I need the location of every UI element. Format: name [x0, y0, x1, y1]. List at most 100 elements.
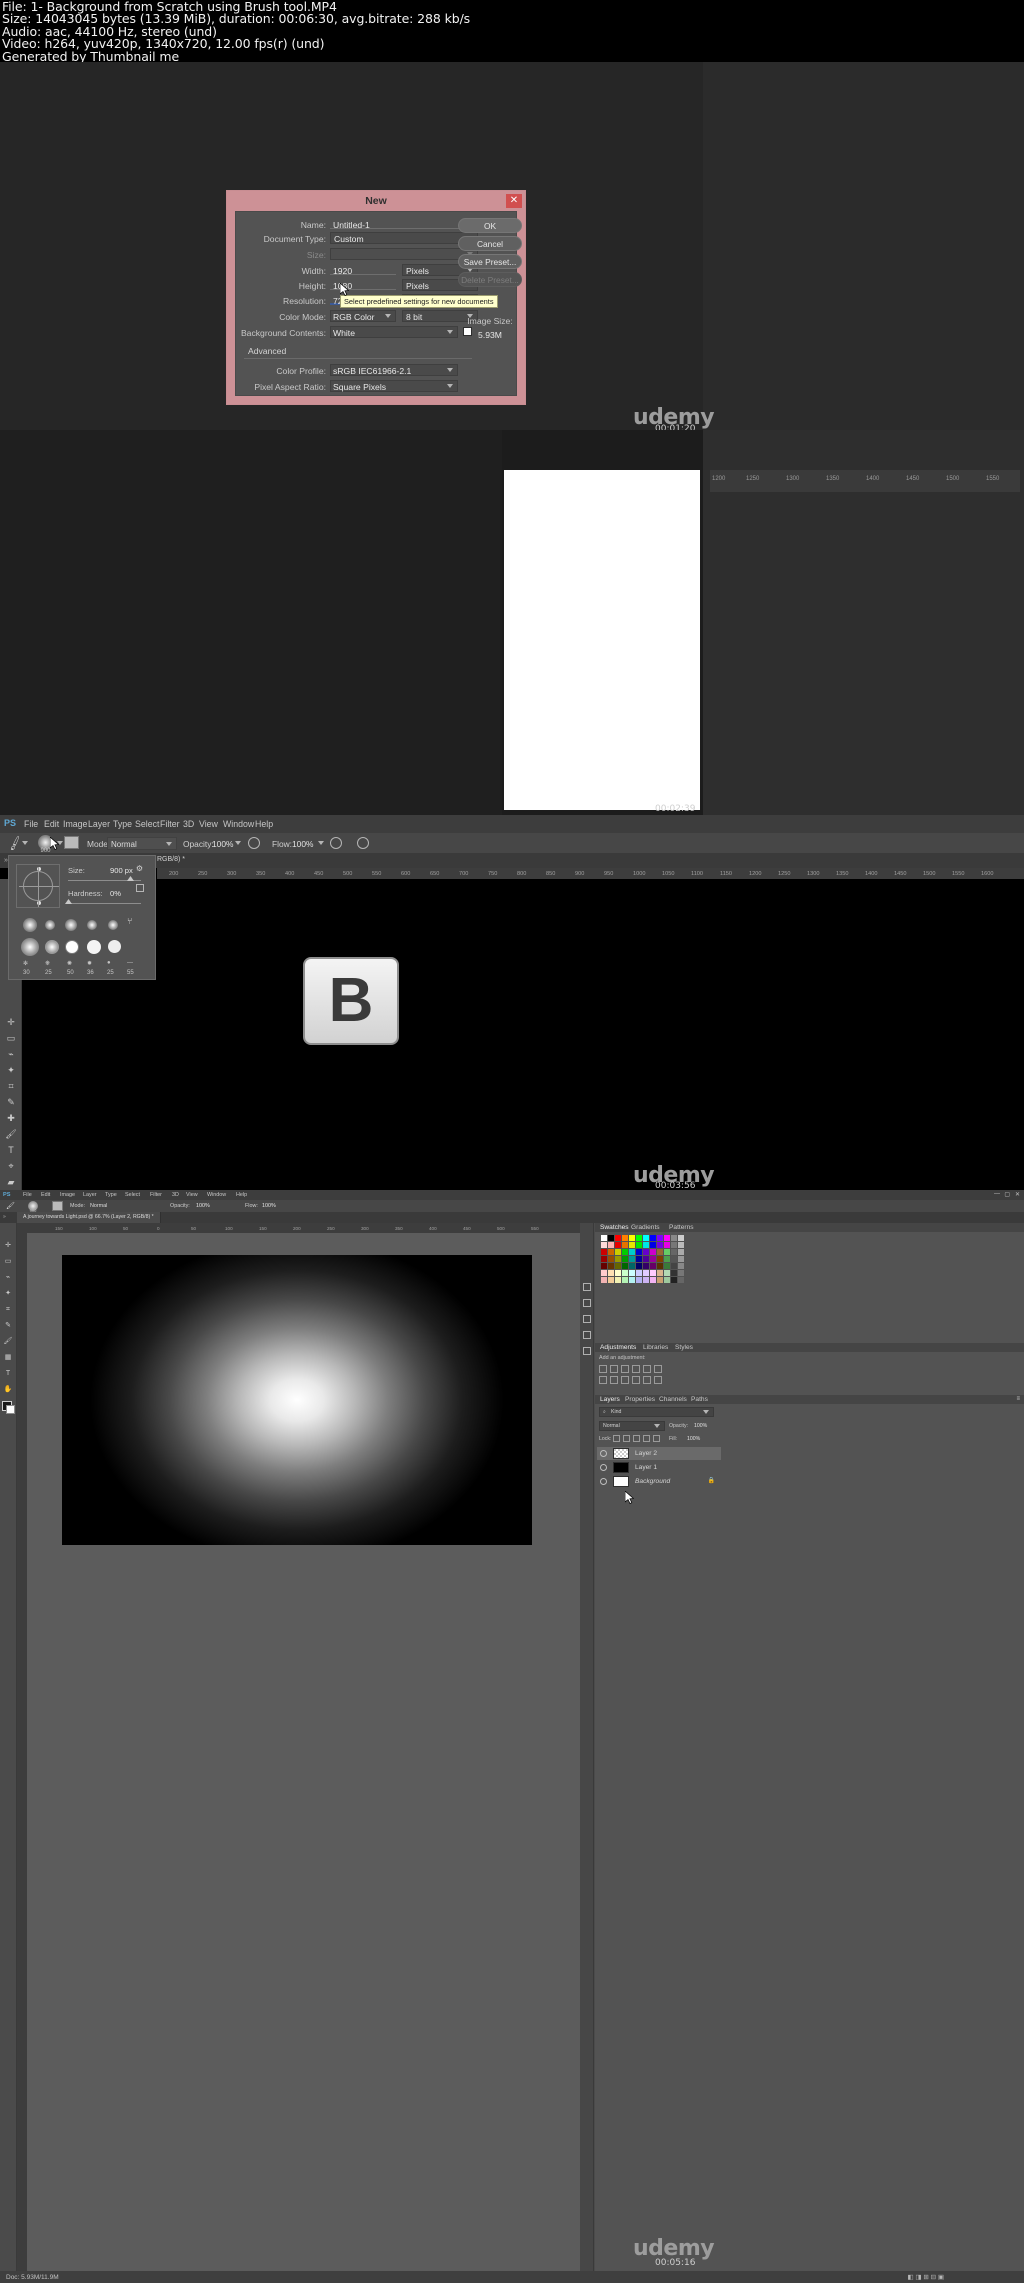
menu-filter[interactable]: Filter — [150, 1192, 162, 1198]
brush-preset[interactable] — [108, 940, 121, 953]
panel-expand-icon[interactable]: » — [3, 1214, 6, 1220]
close-icon[interactable]: ✕ — [506, 194, 522, 208]
tab-patterns[interactable]: Patterns — [669, 1224, 694, 1231]
layer-thumbnail[interactable] — [613, 1462, 629, 1473]
tab-gradients[interactable]: Gradients — [631, 1224, 660, 1231]
brightness-adjustment-icon[interactable] — [599, 1365, 607, 1373]
tab-styles[interactable]: Styles — [675, 1344, 693, 1351]
move-tool-icon[interactable]: ✛ — [4, 1015, 18, 1029]
eye-icon[interactable] — [600, 1450, 607, 1457]
brush-shape-preview[interactable] — [16, 864, 60, 908]
menu-view[interactable]: View — [199, 819, 218, 829]
ok-button[interactable]: OK — [458, 218, 522, 233]
eye-icon[interactable] — [600, 1478, 607, 1485]
new-brush-icon[interactable] — [136, 884, 144, 892]
save-preset-button[interactable]: Save Preset... — [458, 254, 522, 269]
opacity-value[interactable]: 100% — [212, 839, 233, 849]
tab-layers[interactable]: Layers — [597, 1396, 623, 1403]
brush-hardness-slider-knob[interactable] — [65, 899, 72, 904]
brush-preset[interactable] — [87, 920, 97, 930]
tab-adjustments[interactable]: Adjustments — [597, 1344, 640, 1351]
swatches-panel-tabs[interactable]: Swatches Gradients Patterns — [595, 1223, 1024, 1232]
menu-select[interactable]: Select — [125, 1192, 140, 1198]
menu-layer[interactable]: Layer — [88, 819, 110, 829]
airbrush-icon[interactable] — [330, 837, 342, 849]
color-balance-adjustment-icon[interactable] — [599, 1376, 607, 1384]
layer-name[interactable]: Layer 2 — [635, 1450, 657, 1457]
brush-tool-icon[interactable]: 🖌 — [4, 1127, 18, 1141]
chevron-down-icon[interactable] — [22, 841, 28, 845]
hue-adjustment-icon[interactable] — [654, 1365, 662, 1373]
layer-row[interactable]: Layer 1 — [597, 1461, 721, 1474]
marquee-tool-icon[interactable]: ▭ — [2, 1255, 14, 1269]
wand-tool-icon[interactable]: ✦ — [4, 1063, 18, 1077]
chevron-down-icon[interactable] — [235, 841, 241, 845]
chevron-down-icon[interactable] — [318, 841, 324, 845]
hand-tool-icon[interactable]: ✋ — [2, 1383, 14, 1397]
actions-panel-icon[interactable] — [583, 1299, 591, 1307]
menu-view[interactable]: View — [186, 1192, 198, 1198]
brush-size-value[interactable]: 900 px — [110, 866, 133, 875]
lasso-tool-icon[interactable]: ⌁ — [4, 1047, 18, 1061]
fill-value[interactable]: 100% — [687, 1436, 700, 1442]
smoothing-icon[interactable] — [357, 837, 369, 849]
cancel-button[interactable]: Cancel — [458, 236, 522, 251]
tab-paths[interactable]: Paths — [691, 1396, 708, 1403]
mode-select[interactable]: Normal — [107, 837, 177, 850]
menu-type[interactable]: Type — [105, 1192, 117, 1198]
layer-name[interactable]: Layer 1 — [635, 1464, 657, 1471]
flow-value[interactable]: 100% — [292, 839, 313, 849]
pressure-opacity-icon[interactable] — [248, 837, 260, 849]
background-color-swatch[interactable] — [6, 1405, 15, 1414]
menu-window[interactable]: Window — [223, 819, 254, 829]
path-tool-icon[interactable]: ⌖ — [4, 1159, 18, 1173]
vibrance-adjustment-icon[interactable] — [643, 1365, 651, 1373]
type-tool-icon[interactable]: T — [2, 1367, 14, 1381]
brush-preset-row[interactable]: ✻ ❋ ✺ ✹ ● — 30 25 50 36 25 55 — [19, 960, 149, 978]
eyedropper-tool-icon[interactable]: ✎ — [4, 1095, 18, 1109]
layer-opacity-value[interactable]: 100% — [694, 1423, 707, 1429]
minimize-icon[interactable]: — — [994, 1191, 1000, 1197]
brush-hardness-slider[interactable] — [68, 903, 141, 904]
layer-row[interactable]: Layer 2 — [597, 1447, 721, 1460]
flow-value[interactable]: 100% — [262, 1203, 276, 1209]
menu-type[interactable]: Type — [113, 819, 132, 829]
brush-preset[interactable] — [45, 940, 59, 954]
layer-row[interactable]: Background 🔒 — [597, 1475, 721, 1488]
photo-filter-adjustment-icon[interactable] — [621, 1376, 629, 1384]
lasso-tool-icon[interactable]: ⌁ — [2, 1271, 14, 1285]
layer-thumbnail[interactable] — [613, 1448, 629, 1459]
opacity-value[interactable]: 100% — [196, 1203, 210, 1209]
tab-libraries[interactable]: Libraries — [643, 1344, 668, 1351]
eyedropper-tool-icon[interactable]: ✎ — [2, 1319, 14, 1333]
layer-name[interactable]: Background — [635, 1478, 670, 1485]
paths-panel-icon[interactable] — [583, 1315, 591, 1323]
brush-size-slider-knob[interactable] — [127, 876, 134, 881]
statusbar-icons[interactable]: ◧ ◨ ⊞ ⊟ ▣ — [907, 2273, 944, 2281]
maximize-icon[interactable]: ▢ — [1004, 1191, 1010, 1198]
brush-preset[interactable] — [108, 920, 118, 930]
exposure-adjustment-icon[interactable] — [632, 1365, 640, 1373]
menu-help[interactable]: Help — [236, 1192, 247, 1198]
document-canvas[interactable] — [62, 1255, 532, 1545]
history-panel-icon[interactable] — [583, 1283, 591, 1291]
document-tab[interactable]: RGB/8) * — [157, 856, 185, 863]
document-tab[interactable]: A journey towards Light.psd @ 66.7% (Lay… — [17, 1212, 161, 1223]
menu-select[interactable]: Select — [135, 819, 159, 829]
brush-preset[interactable]: ⑂ — [127, 916, 132, 926]
menu-edit[interactable]: Edit — [44, 819, 59, 829]
adjustments-panel-tabs[interactable]: Adjustments Libraries Styles — [595, 1343, 1024, 1352]
menu-image[interactable]: Image — [60, 1192, 75, 1198]
gear-icon[interactable]: ⚙ — [136, 864, 143, 873]
panel-dock-icons[interactable] — [580, 1223, 594, 2271]
layer-filter-kind[interactable]: ⌕ Kind — [599, 1407, 714, 1417]
menu-file[interactable]: File — [23, 1192, 32, 1198]
invert-adjustment-icon[interactable] — [654, 1376, 662, 1384]
brush-tool-icon[interactable]: 🖌 — [2, 1335, 14, 1349]
lock-transparent-icon[interactable] — [613, 1435, 620, 1442]
blend-mode-select[interactable]: Normal — [599, 1421, 665, 1431]
levels-adjustment-icon[interactable] — [610, 1365, 618, 1373]
heal-tool-icon[interactable]: ✚ — [4, 1111, 18, 1125]
channels-panel-icon[interactable] — [583, 1331, 591, 1339]
move-tool-icon[interactable]: ✛ — [2, 1239, 14, 1253]
